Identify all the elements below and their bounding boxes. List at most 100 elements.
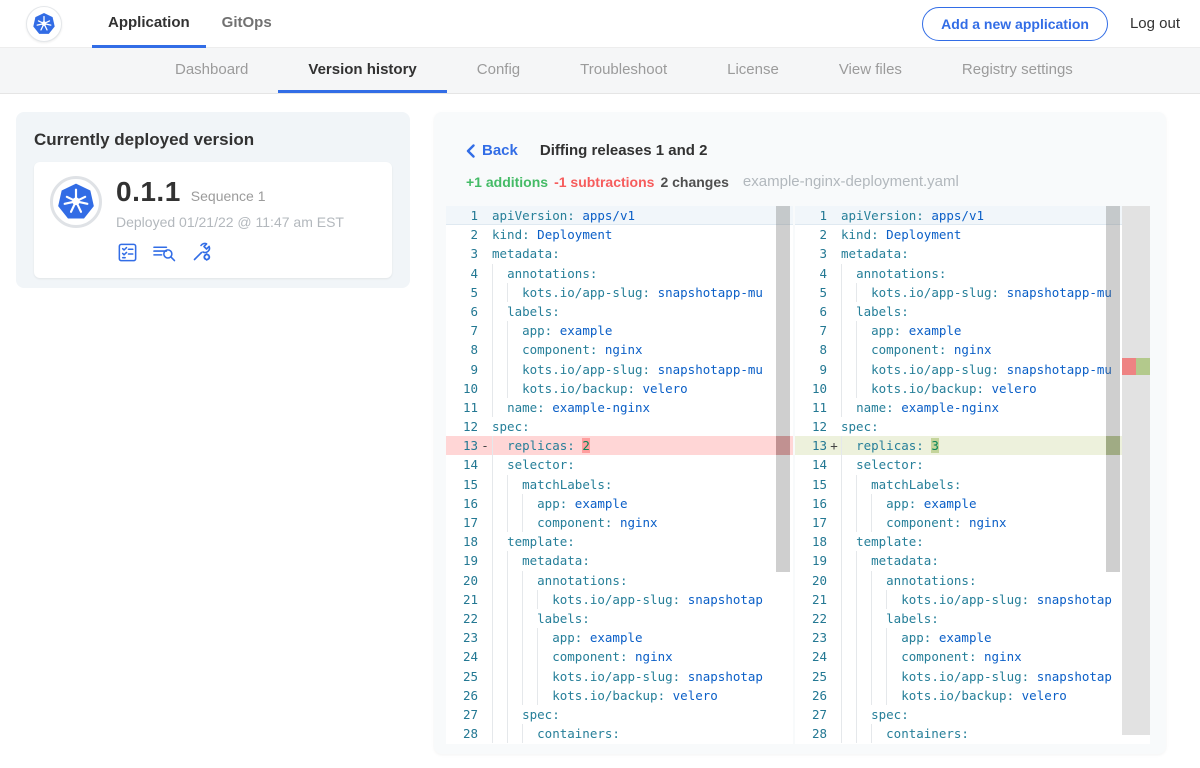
diff-filename: example-nginx-deployment.yaml [743, 173, 959, 190]
code-line: 28 containers: [795, 724, 1122, 743]
config-icon[interactable] [190, 240, 214, 264]
sequence-label: Sequence 1 [191, 188, 266, 204]
code-line: 10 kots.io/backup: velero [446, 379, 793, 398]
app-subnav: DashboardVersion historyConfigTroublesho… [0, 48, 1200, 94]
code-line: 19 metadata: [795, 551, 1122, 570]
version-number: 0.1.1 [116, 176, 181, 208]
back-link[interactable]: Back [466, 142, 518, 159]
code-line: 26 kots.io/backup: velero [446, 686, 793, 705]
modified-scrollbar[interactable] [1106, 206, 1120, 572]
code-line: 20 annotations: [795, 571, 1122, 590]
subnav-item-dashboard[interactable]: Dashboard [145, 48, 278, 93]
code-line: 8 component: nginx [795, 340, 1122, 359]
code-line: 16 app: example [446, 494, 793, 513]
subnav-item-troubleshoot[interactable]: Troubleshoot [550, 48, 697, 93]
code-line: 18 template: [446, 532, 793, 551]
code-line: 28 containers: [446, 724, 793, 743]
code-line: 12spec: [446, 417, 793, 436]
code-line: 15 matchLabels: [446, 475, 793, 494]
add-application-button[interactable]: Add a new application [922, 7, 1108, 41]
code-line: 17 component: nginx [446, 513, 793, 532]
subnav-item-config[interactable]: Config [447, 48, 550, 93]
modified-code-rows: 1apiVersion: apps/v12kind: Deployment3me… [795, 206, 1122, 743]
diff-title: Diffing releases 1 and 2 [540, 142, 708, 159]
logout-link[interactable]: Log out [1130, 15, 1180, 32]
code-line: 2kind: Deployment [795, 225, 1122, 244]
code-line: 7 app: example [446, 321, 793, 340]
code-line: 22 labels: [446, 609, 793, 628]
ruler-added-mark [1136, 358, 1150, 375]
code-line: 1apiVersion: apps/v1 [795, 206, 1122, 225]
original-scrollbar[interactable] [776, 206, 790, 572]
changes-count: 2 changes [660, 174, 728, 190]
code-line: 10 kots.io/backup: velero [795, 379, 1122, 398]
subnav-item-license[interactable]: License [697, 48, 809, 93]
code-line: 12spec: [795, 417, 1122, 436]
kubernetes-logo-icon [26, 6, 62, 42]
code-line: 11 name: example-nginx [446, 398, 793, 417]
code-line: 25 kots.io/app-slug: snapshotap [446, 667, 793, 686]
code-line: 15 matchLabels: [795, 475, 1122, 494]
app-kubernetes-logo-icon [50, 176, 102, 228]
code-line: 17 component: nginx [795, 513, 1122, 532]
top-tab-application[interactable]: Application [92, 0, 206, 48]
code-line: 5 kots.io/app-slug: snapshotapp-mu [446, 283, 793, 302]
deployed-version-tile: 0.1.1 Sequence 1 Deployed 01/21/22 @ 11:… [34, 162, 392, 278]
code-line: 19 metadata: [446, 551, 793, 570]
code-line: 21 kots.io/app-slug: snapshotap [446, 590, 793, 609]
code-line: 14 selector: [795, 455, 1122, 474]
code-line: 6 labels: [795, 302, 1122, 321]
code-line: 7 app: example [795, 321, 1122, 340]
code-line: 9 kots.io/app-slug: snapshotapp-mu [446, 360, 793, 379]
currently-deployed-card: Currently deployed version [16, 112, 410, 288]
deployed-card-title: Currently deployed version [34, 130, 392, 150]
subnav-item-registry-settings[interactable]: Registry settings [932, 48, 1103, 93]
preflight-checklist-icon[interactable] [116, 241, 139, 264]
code-line: 24 component: nginx [795, 647, 1122, 666]
code-line: 13+ replicas: 3 [795, 436, 1122, 455]
ruler-removed-mark [1122, 358, 1136, 375]
top-tab-gitops[interactable]: GitOps [206, 0, 288, 48]
diff-pane-modified[interactable]: 1apiVersion: apps/v12kind: Deployment3me… [795, 206, 1150, 744]
code-line: 11 name: example-nginx [795, 398, 1122, 417]
diff-editor: 1apiVersion: apps/v12kind: Deployment3me… [446, 206, 1166, 744]
code-line: 23 app: example [446, 628, 793, 647]
code-line: 4 annotations: [795, 264, 1122, 283]
code-line: 13- replicas: 2 [446, 436, 793, 455]
diff-stats: +1 additions -1 subtractions 2 changes e… [466, 173, 1166, 190]
code-line: 22 labels: [795, 609, 1122, 628]
code-line: 16 app: example [795, 494, 1122, 513]
code-line: 4 annotations: [446, 264, 793, 283]
main-content: Currently deployed version [0, 94, 1200, 768]
code-line: 8 component: nginx [446, 340, 793, 359]
additions-count: +1 additions [466, 174, 548, 190]
code-line: 27 spec: [446, 705, 793, 724]
code-line: 9 kots.io/app-slug: snapshotapp-mu [795, 360, 1122, 379]
chevron-left-icon [466, 144, 475, 158]
subnav-item-view-files[interactable]: View files [809, 48, 932, 93]
top-bar: ApplicationGitOps Add a new application … [0, 0, 1200, 48]
view-logs-icon[interactable] [151, 241, 178, 264]
diff-overview-ruler[interactable] [1122, 206, 1150, 735]
code-line: 14 selector: [446, 455, 793, 474]
code-line: 5 kots.io/app-slug: snapshotapp-mu [795, 283, 1122, 302]
code-line: 21 kots.io/app-slug: snapshotap [795, 590, 1122, 609]
code-line: 2kind: Deployment [446, 225, 793, 244]
subtractions-count: -1 subtractions [554, 174, 654, 190]
diff-pane-original[interactable]: 1apiVersion: apps/v12kind: Deployment3me… [446, 206, 793, 744]
code-line: 26 kots.io/backup: velero [795, 686, 1122, 705]
code-line: 3metadata: [795, 244, 1122, 263]
top-tabs: ApplicationGitOps [92, 0, 288, 48]
code-line: 27 spec: [795, 705, 1122, 724]
original-code-rows: 1apiVersion: apps/v12kind: Deployment3me… [446, 206, 793, 743]
code-line: 23 app: example [795, 628, 1122, 647]
deployed-timestamp: Deployed 01/21/22 @ 11:47 am EST [116, 214, 344, 230]
subnav-item-version-history[interactable]: Version history [278, 48, 446, 93]
code-line: 20 annotations: [446, 571, 793, 590]
code-line: 6 labels: [446, 302, 793, 321]
code-line: 1apiVersion: apps/v1 [446, 206, 793, 225]
code-line: 25 kots.io/app-slug: snapshotap [795, 667, 1122, 686]
code-line: 24 component: nginx [446, 647, 793, 666]
code-line: 3metadata: [446, 244, 793, 263]
code-line: 18 template: [795, 532, 1122, 551]
